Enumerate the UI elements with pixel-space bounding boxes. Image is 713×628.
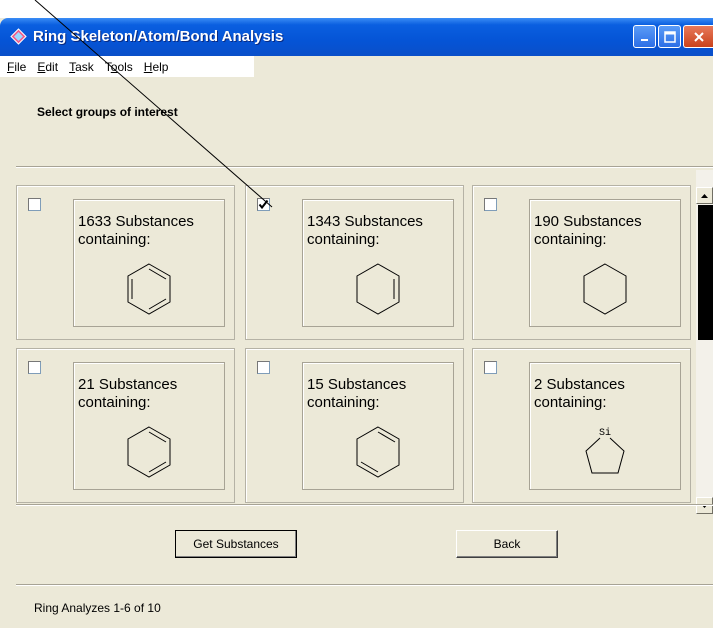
minimize-button[interactable] xyxy=(633,25,656,48)
group-sub-label: containing: xyxy=(534,394,607,411)
menu-file-label: ile xyxy=(14,59,27,74)
group-count: 15 Substances xyxy=(307,376,407,393)
menu-edit-label: dit xyxy=(45,59,59,74)
group-sub-label: containing: xyxy=(307,231,380,248)
benzene-structure-icon xyxy=(127,263,171,315)
get-substances-button[interactable]: Get Substances xyxy=(175,530,297,558)
vertical-scrollbar[interactable] xyxy=(696,170,713,514)
menu-task[interactable]: Task xyxy=(62,60,94,74)
group-checkbox[interactable] xyxy=(28,198,41,211)
group-count: 1633 Substances xyxy=(78,213,194,230)
group-checkbox[interactable] xyxy=(257,198,270,211)
menu-task-label: ask xyxy=(75,59,94,74)
maximize-icon xyxy=(663,30,676,43)
group-card: 1343 Substances containing: xyxy=(302,199,454,327)
checkmark-icon xyxy=(258,199,269,210)
scroll-thumb[interactable] xyxy=(698,205,713,340)
menu-tools[interactable]: Tools xyxy=(98,60,133,74)
group-cell: 1343 Substances containing: xyxy=(245,185,464,340)
menu-tools-label: ols xyxy=(117,59,133,74)
group-cell: 21 Substances containing: xyxy=(16,348,235,503)
group-sub-label: containing: xyxy=(534,231,607,248)
cyclohexadiene-structure-icon xyxy=(356,426,400,478)
group-sub-label: containing: xyxy=(78,231,151,248)
group-heading: Select groups of interest xyxy=(37,105,178,119)
group-count: 21 Substances xyxy=(78,376,178,393)
group-card: 15 Substances containing: xyxy=(302,362,454,490)
group-checkbox[interactable] xyxy=(28,361,41,374)
group-card: 2 Substances containing: Si xyxy=(529,362,681,490)
group-count: 1343 Substances xyxy=(307,213,423,230)
menu-help-label: elp xyxy=(152,59,169,74)
window-title: Ring Skeleton/Atom/Bond Analysis xyxy=(33,28,284,45)
group-cell: 2 Substances containing: Si xyxy=(472,348,691,503)
maximize-button[interactable] xyxy=(658,25,681,48)
cyclohexadiene-structure-icon xyxy=(127,426,171,478)
group-card: 1633 Substances containing: xyxy=(73,199,225,327)
si-atom-label: Si xyxy=(599,427,611,439)
back-button[interactable]: Back xyxy=(456,530,558,558)
close-button[interactable] xyxy=(683,25,713,48)
status-divider xyxy=(16,584,713,586)
group-cell: 15 Substances containing: xyxy=(245,348,464,503)
menu-edit[interactable]: Edit xyxy=(30,60,58,74)
group-sub-label: containing: xyxy=(307,394,380,411)
group-checkbox[interactable] xyxy=(484,198,497,211)
group-cell: 190 Substances containing: xyxy=(472,185,691,340)
group-count: 190 Substances xyxy=(534,213,642,230)
group-grid: 1633 Substances containing: 1343 Substan… xyxy=(16,170,693,503)
close-icon xyxy=(693,31,704,42)
group-count: 2 Substances xyxy=(534,376,625,393)
group-card: 190 Substances containing: xyxy=(529,199,681,327)
minimize-icon xyxy=(640,38,648,41)
title-bar[interactable]: Ring Skeleton/Atom/Bond Analysis xyxy=(0,18,713,56)
group-checkbox[interactable] xyxy=(257,361,270,374)
arrow-up-icon xyxy=(701,193,708,198)
scroll-up-button[interactable] xyxy=(696,187,713,204)
cyclohexane-structure-icon xyxy=(583,263,627,315)
menu-file[interactable]: File xyxy=(0,60,26,74)
menu-bar: File Edit Task Tools Help xyxy=(0,56,254,77)
app-icon xyxy=(10,28,27,45)
status-bar-text: Ring Analyzes 1-6 of 10 xyxy=(34,601,161,615)
group-card: 21 Substances containing: xyxy=(73,362,225,490)
group-cell: 1633 Substances containing: xyxy=(16,185,235,340)
cyclohexene-structure-icon xyxy=(356,263,400,315)
heading-divider xyxy=(16,166,713,168)
group-sub-label: containing: xyxy=(78,394,151,411)
menu-help[interactable]: Help xyxy=(137,60,169,74)
footer-divider xyxy=(16,504,713,506)
silacyclopentane-structure-icon: Si xyxy=(585,427,625,474)
group-checkbox[interactable] xyxy=(484,361,497,374)
